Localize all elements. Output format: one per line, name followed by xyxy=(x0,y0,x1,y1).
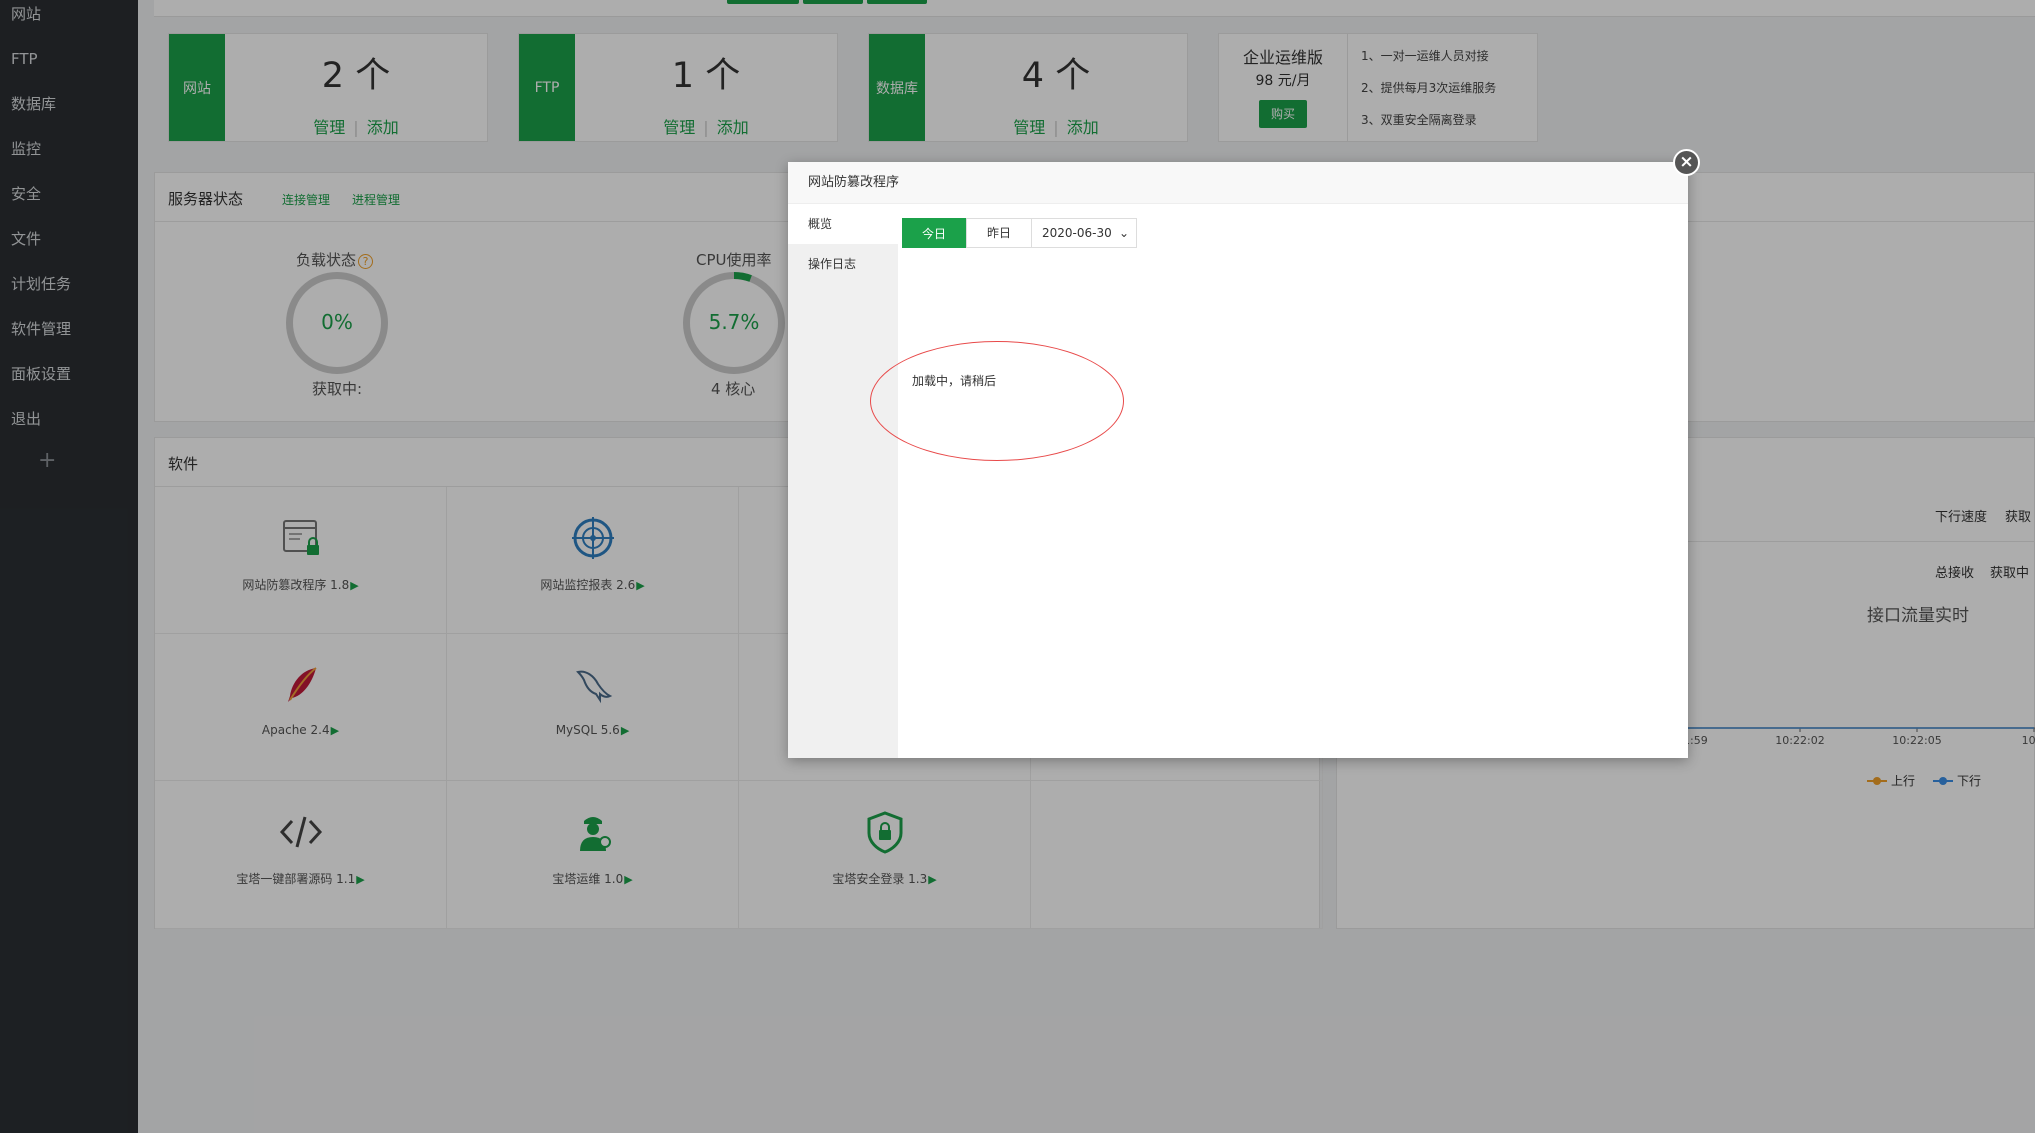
today-button[interactable]: 今日 xyxy=(902,218,966,248)
tab-operation-log[interactable]: 操作日志 xyxy=(788,244,898,284)
modal-sidebar: 概览 操作日志 xyxy=(788,204,898,758)
tamper-proof-modal: 网站防篡改程序 概览 操作日志 今日 昨日 2020-06-30 ⌄ 加载中，请稍… xyxy=(788,162,1688,758)
close-icon[interactable]: × xyxy=(1673,149,1700,176)
yesterday-button[interactable]: 昨日 xyxy=(966,218,1032,248)
date-value: 2020-06-30 xyxy=(1042,226,1112,240)
modal-title: 网站防篡改程序 xyxy=(788,162,1688,204)
modal-content: 今日 昨日 2020-06-30 ⌄ 加载中，请稍后 xyxy=(870,204,1688,758)
tab-overview[interactable]: 概览 xyxy=(788,204,898,244)
date-select[interactable]: 2020-06-30 ⌄ xyxy=(1031,218,1137,248)
chevron-down-icon: ⌄ xyxy=(1118,226,1129,240)
highlight-ellipse xyxy=(870,341,1124,461)
